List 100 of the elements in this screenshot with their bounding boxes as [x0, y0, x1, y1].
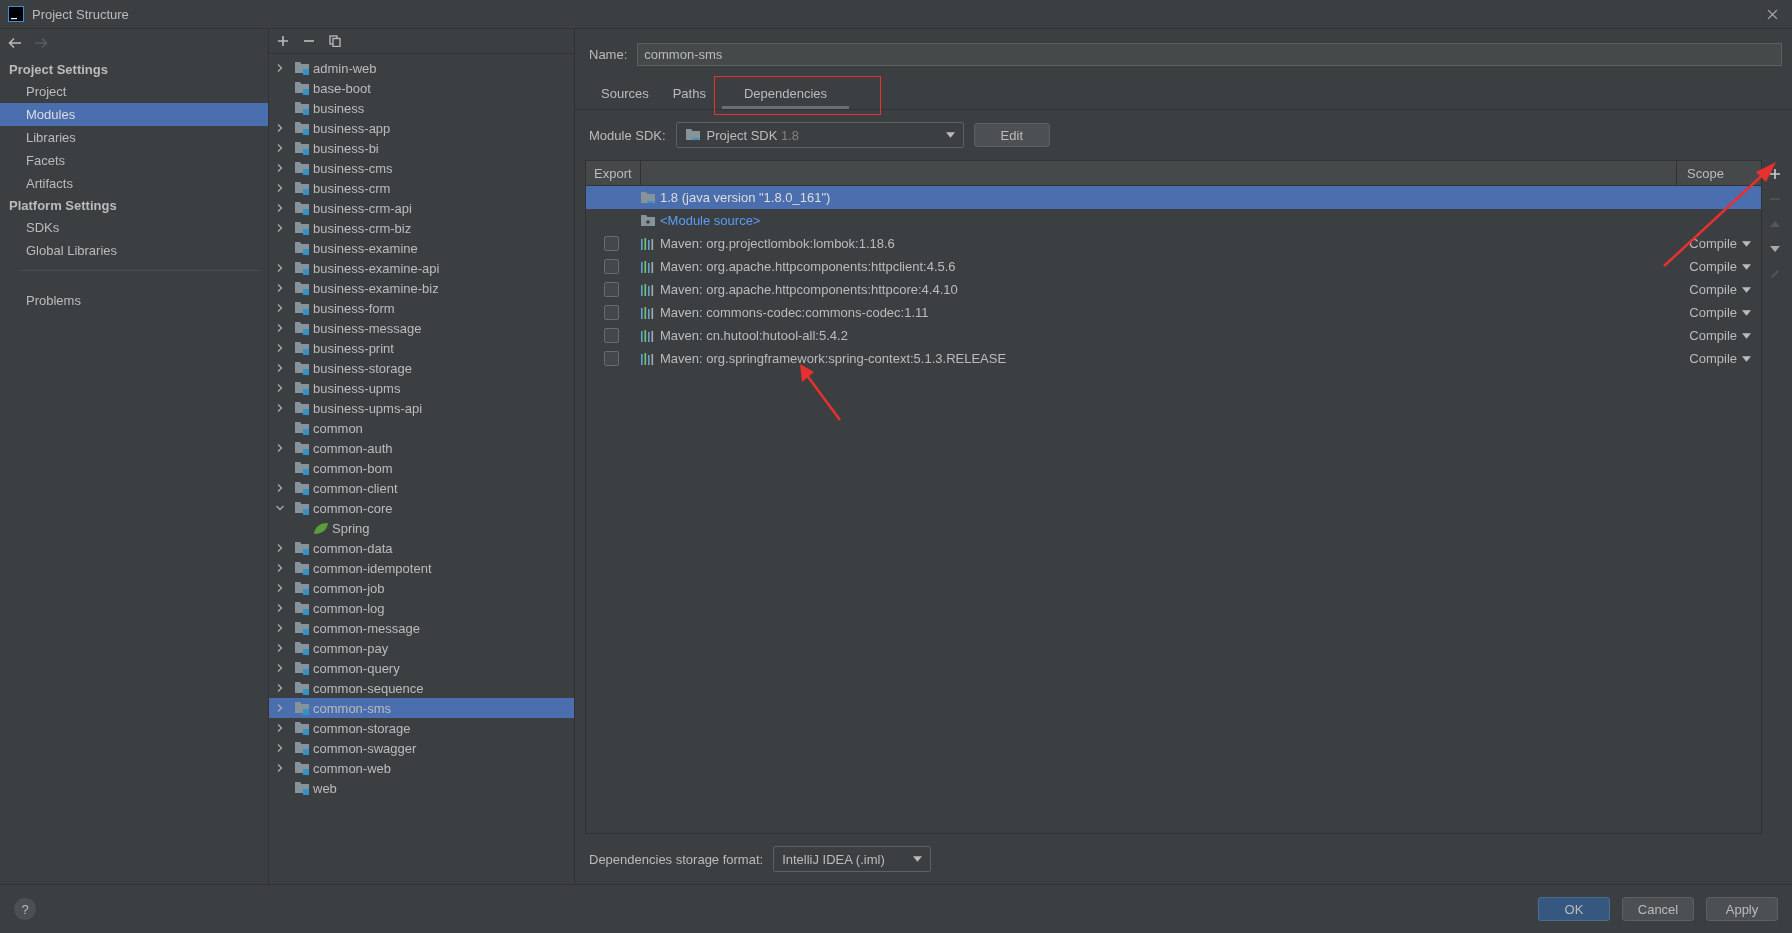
dialog-button[interactable]: Apply	[1706, 897, 1778, 921]
scope-dropdown[interactable]: Compile	[1689, 351, 1761, 366]
scope-dropdown[interactable]: Compile	[1689, 305, 1761, 320]
add-icon[interactable]	[1769, 168, 1781, 180]
sidebar-item[interactable]: Problems	[0, 289, 268, 312]
tree-row[interactable]: base-boot	[269, 78, 574, 98]
tree-row[interactable]: business-message	[269, 318, 574, 338]
tree-row[interactable]: admin-web	[269, 58, 574, 78]
tree-row[interactable]: business-upms	[269, 378, 574, 398]
tree-row[interactable]: common-query	[269, 658, 574, 678]
tree-row[interactable]: business	[269, 98, 574, 118]
chevron-right-icon[interactable]	[275, 603, 285, 613]
chevron-right-icon[interactable]	[275, 643, 285, 653]
back-arrow-icon[interactable]	[8, 37, 22, 49]
tree-row[interactable]: business-form	[269, 298, 574, 318]
chevron-right-icon[interactable]	[275, 223, 285, 233]
export-checkbox[interactable]	[603, 351, 619, 366]
dialog-button[interactable]: Cancel	[1622, 897, 1694, 921]
tree-row[interactable]: business-cms	[269, 158, 574, 178]
tree-row[interactable]: business-crm-api	[269, 198, 574, 218]
tree-row[interactable]: common-storage	[269, 718, 574, 738]
sidebar-item[interactable]: SDKs	[0, 216, 268, 239]
add-icon[interactable]	[277, 35, 289, 47]
chevron-right-icon[interactable]	[275, 63, 285, 73]
chevron-right-icon[interactable]	[275, 723, 285, 733]
dependency-row[interactable]: Maven: org.apache.httpcomponents:httpcore:4.4.10 Compile	[586, 278, 1761, 301]
tree-row[interactable]: business-bi	[269, 138, 574, 158]
tree-row[interactable]: business-upms-api	[269, 398, 574, 418]
chevron-right-icon[interactable]	[275, 343, 285, 353]
export-checkbox[interactable]	[603, 259, 619, 274]
chevron-right-icon[interactable]	[275, 623, 285, 633]
export-checkbox[interactable]	[603, 236, 619, 251]
tree-row[interactable]: business-examine-api	[269, 258, 574, 278]
export-checkbox[interactable]	[603, 282, 619, 297]
sidebar-item[interactable]: Project	[0, 80, 268, 103]
dependency-row[interactable]: Maven: org.springframework:spring-context:5.1.3.RELEASE Compile	[586, 347, 1761, 370]
tree-row[interactable]: common-log	[269, 598, 574, 618]
tree-row[interactable]: common-bom	[269, 458, 574, 478]
tree-row[interactable]: common-data	[269, 538, 574, 558]
tree-row[interactable]: business-examine-biz	[269, 278, 574, 298]
tree-row[interactable]: web	[269, 778, 574, 798]
chevron-right-icon[interactable]	[275, 403, 285, 413]
tab[interactable]: Sources	[589, 86, 661, 109]
chevron-right-icon[interactable]	[275, 163, 285, 173]
tree-row[interactable]: common-idempotent	[269, 558, 574, 578]
scope-dropdown[interactable]: Compile	[1689, 282, 1761, 297]
dependency-row[interactable]: Maven: cn.hutool:hutool-all:5.4.2 Compile	[586, 324, 1761, 347]
tree-row[interactable]: common-client	[269, 478, 574, 498]
edit-button[interactable]: Edit	[973, 123, 1050, 147]
scope-dropdown[interactable]: Compile	[1689, 328, 1761, 343]
sidebar-item[interactable]: Global Libraries	[0, 239, 268, 262]
tree-row[interactable]: business-storage	[269, 358, 574, 378]
chevron-right-icon[interactable]	[275, 383, 285, 393]
tree-row[interactable]: business-app	[269, 118, 574, 138]
chevron-right-icon[interactable]	[275, 143, 285, 153]
tree-row[interactable]: common-message	[269, 618, 574, 638]
chevron-right-icon[interactable]	[275, 183, 285, 193]
sidebar-item[interactable]: Libraries	[0, 126, 268, 149]
tree-row[interactable]: common-auth	[269, 438, 574, 458]
chevron-right-icon[interactable]	[275, 303, 285, 313]
tree-row[interactable]: business-print	[269, 338, 574, 358]
chevron-right-icon[interactable]	[275, 363, 285, 373]
tree-row[interactable]: common-job	[269, 578, 574, 598]
sidebar-item[interactable]: Modules	[0, 103, 268, 126]
dialog-button[interactable]: OK	[1538, 897, 1610, 921]
tab[interactable]: Dependencies	[721, 86, 850, 109]
sdk-dropdown[interactable]: Project SDK 1.8	[675, 122, 964, 148]
chevron-right-icon[interactable]	[275, 763, 285, 773]
tree-row[interactable]: common-sequence	[269, 678, 574, 698]
dependency-row[interactable]: Maven: org.apache.httpcomponents:httpclient:4.5.6 Compile	[586, 255, 1761, 278]
tree-row[interactable]: business-crm-biz	[269, 218, 574, 238]
chevron-right-icon[interactable]	[275, 283, 285, 293]
dependency-row[interactable]: Maven: commons-codec:commons-codec:1.11 Compile	[586, 301, 1761, 324]
tree-row[interactable]: Spring	[269, 518, 574, 538]
chevron-right-icon[interactable]	[275, 323, 285, 333]
chevron-down-icon[interactable]	[275, 503, 285, 513]
tree-row[interactable]: business-examine	[269, 238, 574, 258]
tree-row[interactable]: common-core	[269, 498, 574, 518]
storage-format-dropdown[interactable]: IntelliJ IDEA (.iml)	[773, 846, 932, 872]
tree-row[interactable]: business-crm	[269, 178, 574, 198]
chevron-right-icon[interactable]	[275, 263, 285, 273]
dependency-row[interactable]: 1.8 (java version "1.8.0_161")	[586, 186, 1761, 209]
chevron-right-icon[interactable]	[275, 543, 285, 553]
name-field[interactable]: common-sms	[637, 42, 1782, 66]
chevron-right-icon[interactable]	[275, 743, 285, 753]
tree-row[interactable]: common	[269, 418, 574, 438]
sidebar-item[interactable]: Facets	[0, 149, 268, 172]
chevron-right-icon[interactable]	[275, 483, 285, 493]
chevron-right-icon[interactable]	[275, 563, 285, 573]
chevron-right-icon[interactable]	[275, 203, 285, 213]
chevron-right-icon[interactable]	[275, 123, 285, 133]
dependency-row[interactable]: <Module source>	[586, 209, 1761, 232]
export-checkbox[interactable]	[603, 305, 619, 320]
tree-row[interactable]: common-swagger	[269, 738, 574, 758]
chevron-right-icon[interactable]	[275, 583, 285, 593]
sidebar-item[interactable]: Artifacts	[0, 172, 268, 195]
export-checkbox[interactable]	[603, 328, 619, 343]
scope-dropdown[interactable]: Compile	[1689, 259, 1761, 274]
help-button[interactable]: ?	[14, 898, 36, 920]
chevron-right-icon[interactable]	[275, 663, 285, 673]
